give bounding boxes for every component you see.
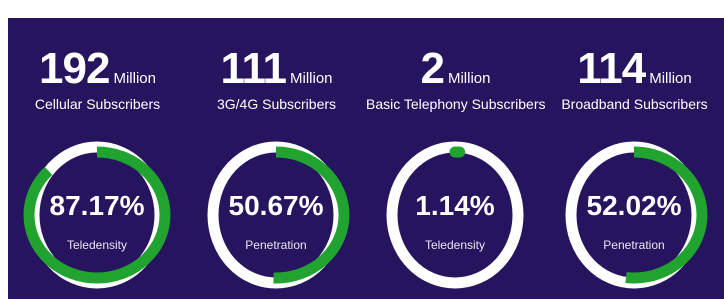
stat-unit: Million — [113, 70, 156, 87]
stat-label: Cellular Subscribers — [34, 96, 161, 112]
stat-headline: 2 Million — [366, 44, 545, 94]
progress-ring: 52.02% Penetration — [559, 136, 709, 294]
ring-text: 1.14% Teledensity — [380, 136, 530, 294]
stat-value: 192 — [39, 44, 110, 93]
stat-label: 3G/4G Subscribers — [216, 96, 337, 112]
percent-value: 52.02% — [586, 190, 682, 221]
stat-value: 111 — [220, 44, 287, 93]
progress-ring: 1.14% Teledensity — [380, 136, 530, 294]
ring-text: 87.17% Teledensity — [22, 136, 172, 294]
stat-unit: Million — [447, 70, 491, 87]
ring-text: 50.67% Penetration — [201, 136, 351, 294]
stat-headline: 114 Million — [545, 44, 724, 94]
stat-value: 114 — [577, 44, 646, 93]
stat-3g4g: 111 Million 3G/4G Subscribers 50.67% Pene… — [187, 18, 366, 299]
percent-value: 1.14% — [415, 190, 495, 221]
percent-caption: Penetration — [603, 238, 665, 252]
stat-value: 2 — [420, 44, 446, 93]
stat-unit: Million — [649, 70, 692, 87]
stat-cellular: 192 Million Cellular Subscribers 87.17% T… — [8, 18, 187, 299]
top-strip — [0, 0, 724, 18]
stat-unit: Million — [290, 70, 333, 87]
ring-text: 52.02% Penetration — [559, 136, 709, 294]
stats-panel: 192 Million Cellular Subscribers 87.17% T… — [8, 18, 724, 299]
stat-broadband: 114 Million Broadband Subscribers 52.02% … — [545, 18, 724, 299]
progress-ring: 87.17% Teledensity — [22, 136, 172, 294]
stat-headline: 192 Million — [8, 44, 187, 94]
stat-label: Basic Telephony Subscribers — [366, 96, 546, 112]
stat-basic-telephony: 2 Million Basic Telephony Subscribers 1.1… — [366, 18, 546, 299]
stat-label: Broadband Subscribers — [561, 96, 708, 112]
progress-ring: 50.67% Penetration — [201, 136, 351, 294]
percent-value: 87.17% — [49, 190, 145, 221]
percent-value: 50.67% — [228, 190, 324, 221]
percent-caption: Teledensity — [424, 238, 486, 252]
percent-caption: Penetration — [245, 238, 307, 252]
stat-headline: 111 Million — [187, 44, 366, 94]
percent-caption: Teledensity — [66, 238, 128, 252]
